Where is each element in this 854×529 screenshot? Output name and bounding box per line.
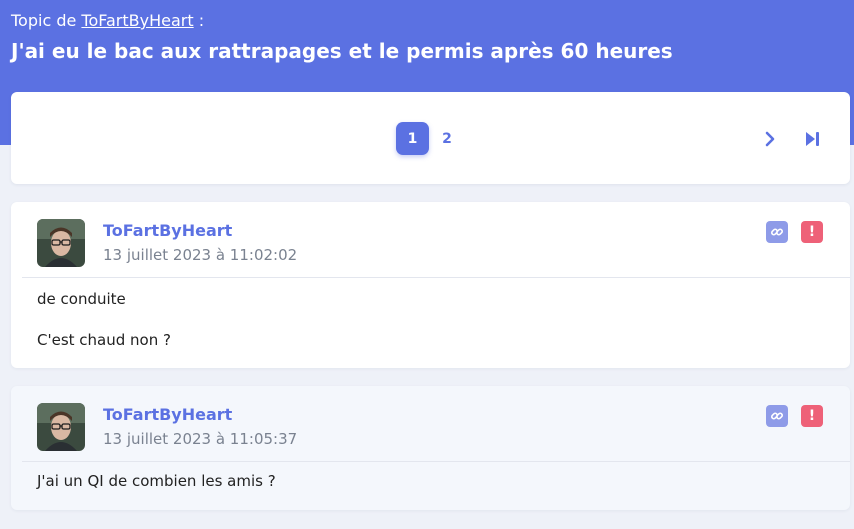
post-divider	[22, 277, 850, 278]
post-text-line: de conduite	[37, 290, 126, 308]
post-author[interactable]: ToFartByHeart	[103, 405, 232, 424]
topic-title: J'ai eu le bac aux rattrapages et le per…	[11, 39, 673, 63]
avatar[interactable]	[37, 403, 85, 451]
link-icon[interactable]	[766, 405, 788, 427]
report-button[interactable]: !	[801, 221, 823, 243]
pagination-bar: 1 2	[11, 92, 850, 184]
page-button-current[interactable]: 1	[396, 122, 429, 155]
post: ToFartByHeart 13 juillet 2023 à 11:05:37…	[11, 386, 850, 510]
post-date: 13 juillet 2023 à 11:02:02	[103, 246, 298, 264]
post-date: 13 juillet 2023 à 11:05:37	[103, 430, 298, 448]
topic-author-link[interactable]: ToFartByHeart	[81, 11, 193, 30]
topic-suffix: :	[193, 11, 205, 30]
avatar[interactable]	[37, 219, 85, 267]
post: ToFartByHeart 13 juillet 2023 à 11:02:02…	[11, 202, 850, 368]
post-divider	[22, 461, 850, 462]
skip-to-last-icon[interactable]	[802, 129, 822, 149]
post-text-line: C'est chaud non ?	[37, 331, 171, 349]
topic-prefix: Topic de	[11, 11, 77, 30]
chevron-right-icon[interactable]	[760, 129, 780, 149]
post-text-line: J'ai un QI de combien les amis ?	[37, 472, 276, 490]
post-author[interactable]: ToFartByHeart	[103, 221, 232, 240]
page-button-2[interactable]: 2	[437, 122, 457, 155]
report-button[interactable]: !	[801, 405, 823, 427]
link-icon[interactable]	[766, 221, 788, 243]
topic-byline: Topic de ToFartByHeart :	[11, 11, 204, 31]
